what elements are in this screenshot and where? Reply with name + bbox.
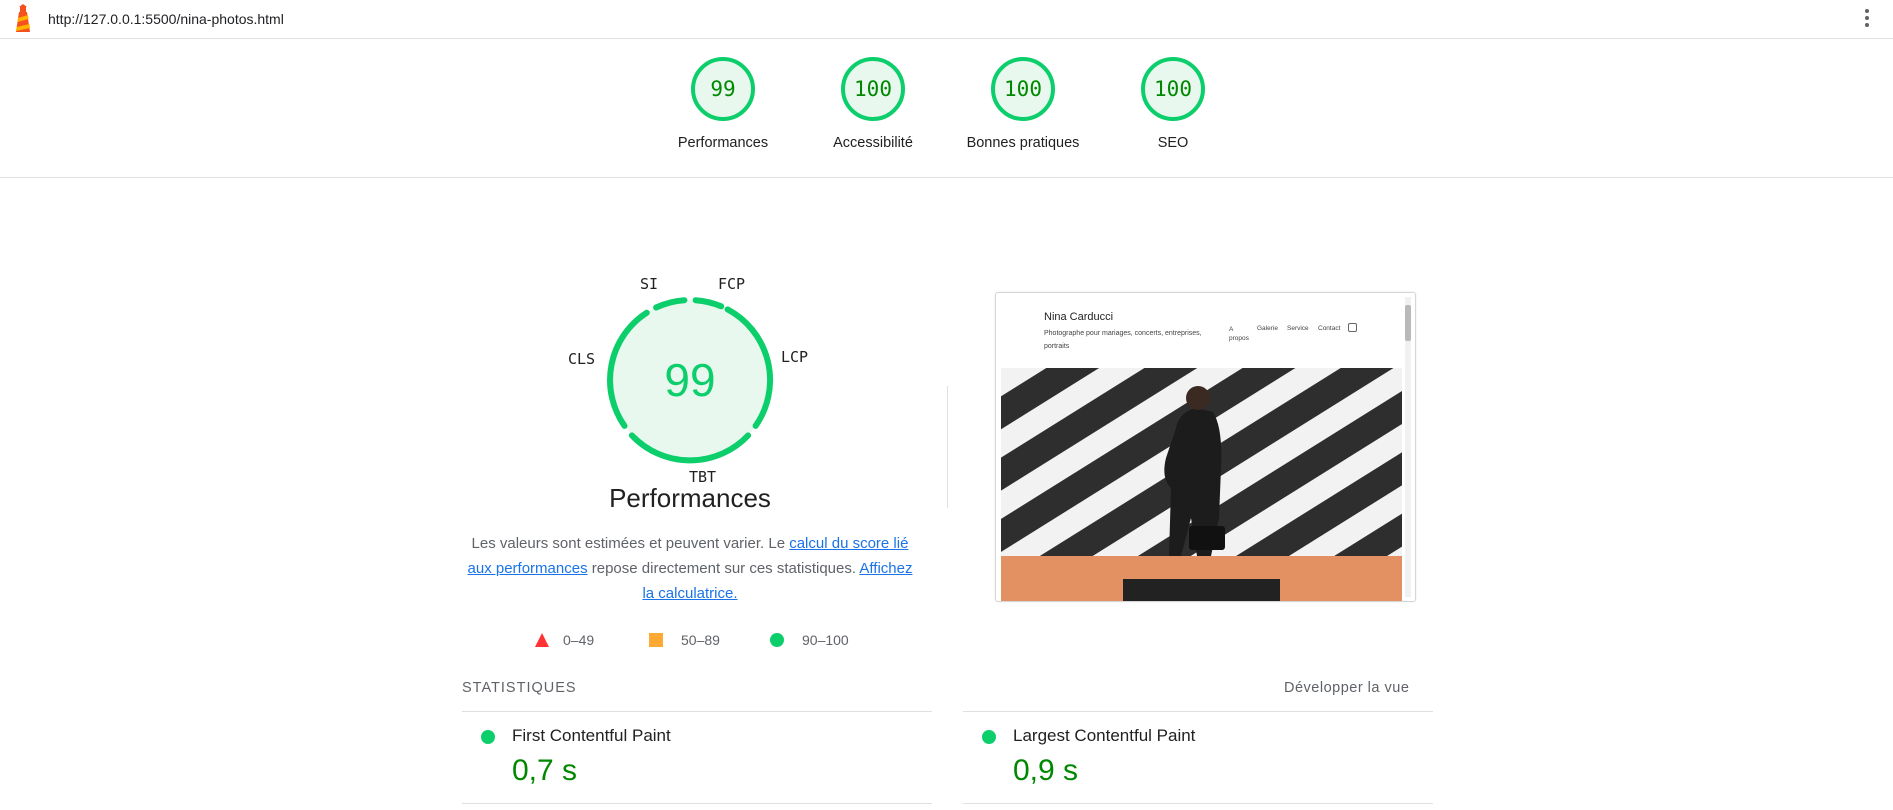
triangle-icon [535,633,549,647]
circle-icon [481,730,495,744]
site-name: Nina Carducci [1044,311,1114,323]
performance-title: Performances [609,483,771,513]
score-legend: 0–49 50–89 90–100 [450,632,930,652]
score-ring: 99 [691,57,755,121]
page-screenshot[interactable]: Nina Carducci Photographe pour mariages,… [995,292,1416,602]
gauge-label: Performances [677,135,769,151]
metric-label-cls: CLS [568,350,596,368]
scrollbar[interactable] [1405,297,1411,597]
divider [462,803,932,804]
legend-pass: 90–100 [770,632,849,648]
metric-name: Largest Contentful Paint [1013,726,1196,745]
square-icon [649,633,663,647]
site-nav-item: A propos [1229,326,1249,342]
legend-label: 90–100 [802,632,849,648]
circle-icon [982,730,996,744]
performance-score: 99 [664,354,715,406]
description-text: repose directement sur ces statistiques. [587,560,860,577]
legend-average: 50–89 [649,632,720,648]
site-nav-item: Service [1287,325,1309,332]
gauge-label: Bonnes pratiques [966,135,1080,151]
metric-label-lcp: LCP [781,348,809,366]
legend-label: 0–49 [563,632,595,648]
expand-view-toggle[interactable]: Développer la vue [1284,680,1409,696]
lighthouse-icon [16,4,30,32]
performance-description: Les valeurs sont estimées et peuvent var… [465,531,915,606]
circle-icon [770,633,784,647]
divider [963,803,1433,804]
gauge-label: Accessibilité [833,135,913,151]
divider [947,386,948,508]
score-summary: 99 Performances 100 Accessibilité 100 Bo… [0,39,1893,178]
score-ring: 100 [991,57,1055,121]
metric-name: First Contentful Paint [512,726,671,745]
dark-image-block [1123,579,1280,601]
performance-gauge: 99 [607,297,774,464]
site-nav-item: Galerie [1257,325,1278,332]
gauge-bonnes-pratiques[interactable]: 100 Bonnes pratiques [953,57,1093,151]
kebab-menu-icon[interactable] [1863,9,1871,31]
address-bar: http://127.0.0.1:5500/nina-photos.html [0,0,1893,39]
score-ring: 100 [1141,57,1205,121]
gauge-label: SEO [1157,135,1189,151]
metric-label-si: SI [640,275,659,293]
gauge-seo[interactable]: 100 SEO [1103,57,1243,151]
legend-label: 50–89 [681,632,720,648]
metric-value: 0,9 s [1013,754,1079,787]
stats-heading: STATISTIQUES [462,680,577,696]
score-ring: 100 [841,57,905,121]
gauge-accessibilite[interactable]: 100 Accessibilité [803,57,943,151]
instagram-icon [1348,323,1357,332]
divider [963,711,1433,712]
gauge-performances[interactable]: 99 Performances [653,57,793,151]
divider [462,711,932,712]
metric-label-fcp: FCP [718,275,746,293]
hero-image [1001,368,1402,556]
metric-value: 0,7 s [512,754,578,787]
site-tagline: Photographe pour mariages, concerts, ent… [1044,330,1202,350]
url-text[interactable]: http://127.0.0.1:5500/nina-photos.html [48,11,284,27]
site-nav-item: Contact [1318,325,1341,332]
legend-fail: 0–49 [535,632,594,648]
description-text: Les valeurs sont estimées et peuvent var… [471,535,790,552]
